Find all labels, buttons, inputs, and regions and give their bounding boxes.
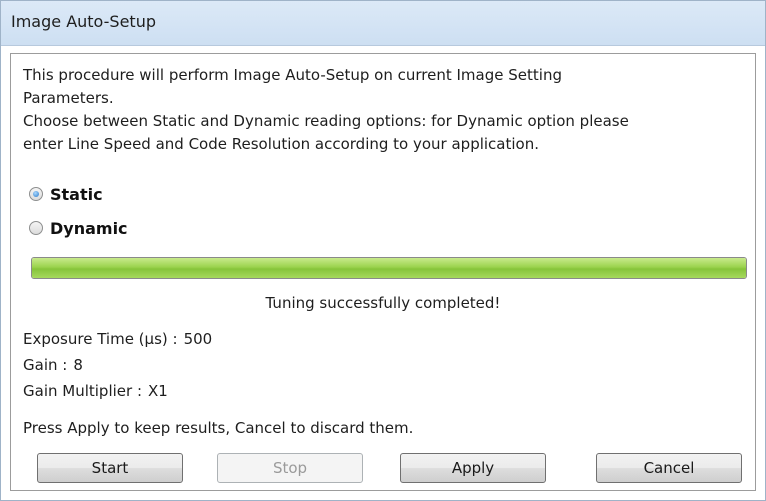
exposure-time-label: Exposure Time (µs) : [23, 330, 178, 348]
window-title: Image Auto-Setup [11, 12, 156, 31]
exposure-time-row: Exposure Time (µs) : 500 [23, 330, 212, 348]
static-radio-option[interactable]: Static [29, 182, 103, 206]
dynamic-radio-label: Dynamic [50, 218, 128, 238]
title-bar[interactable]: Image Auto-Setup [1, 1, 765, 46]
gain-label: Gain : [23, 356, 68, 374]
tuning-progress-bar [31, 257, 747, 279]
cancel-button[interactable]: Cancel [596, 453, 742, 483]
gain-multiplier-label: Gain Multiplier : [23, 382, 142, 400]
dynamic-radio-button[interactable] [29, 221, 43, 235]
description-line: Parameters. [23, 89, 114, 107]
gain-multiplier-row: Gain Multiplier : X1 [23, 382, 168, 400]
gain-value: 8 [73, 356, 83, 374]
exposure-time-value: 500 [183, 330, 213, 348]
auto-setup-dialog: Image Auto-Setup This procedure will per… [0, 0, 766, 501]
progress-fill [32, 258, 746, 278]
static-radio-label: Static [50, 184, 103, 204]
apply-button[interactable]: Apply [400, 453, 546, 483]
description-line: This procedure will perform Image Auto-S… [23, 66, 562, 84]
description-text: This procedure will perform Image Auto-S… [23, 64, 749, 156]
description-line: enter Line Speed and Code Resolution acc… [23, 135, 539, 153]
status-message: Tuning successfully completed! [265, 294, 501, 312]
static-radio-button[interactable] [29, 187, 43, 201]
start-button[interactable]: Start [37, 453, 183, 483]
gain-row: Gain : 8 [23, 356, 83, 374]
content-panel: This procedure will perform Image Auto-S… [10, 53, 756, 491]
hint-text: Press Apply to keep results, Cancel to d… [23, 419, 414, 437]
gain-multiplier-value: X1 [148, 382, 168, 400]
description-line: Choose between Static and Dynamic readin… [23, 112, 629, 130]
dynamic-radio-option[interactable]: Dynamic [29, 216, 128, 240]
stop-button[interactable]: Stop [217, 453, 363, 483]
